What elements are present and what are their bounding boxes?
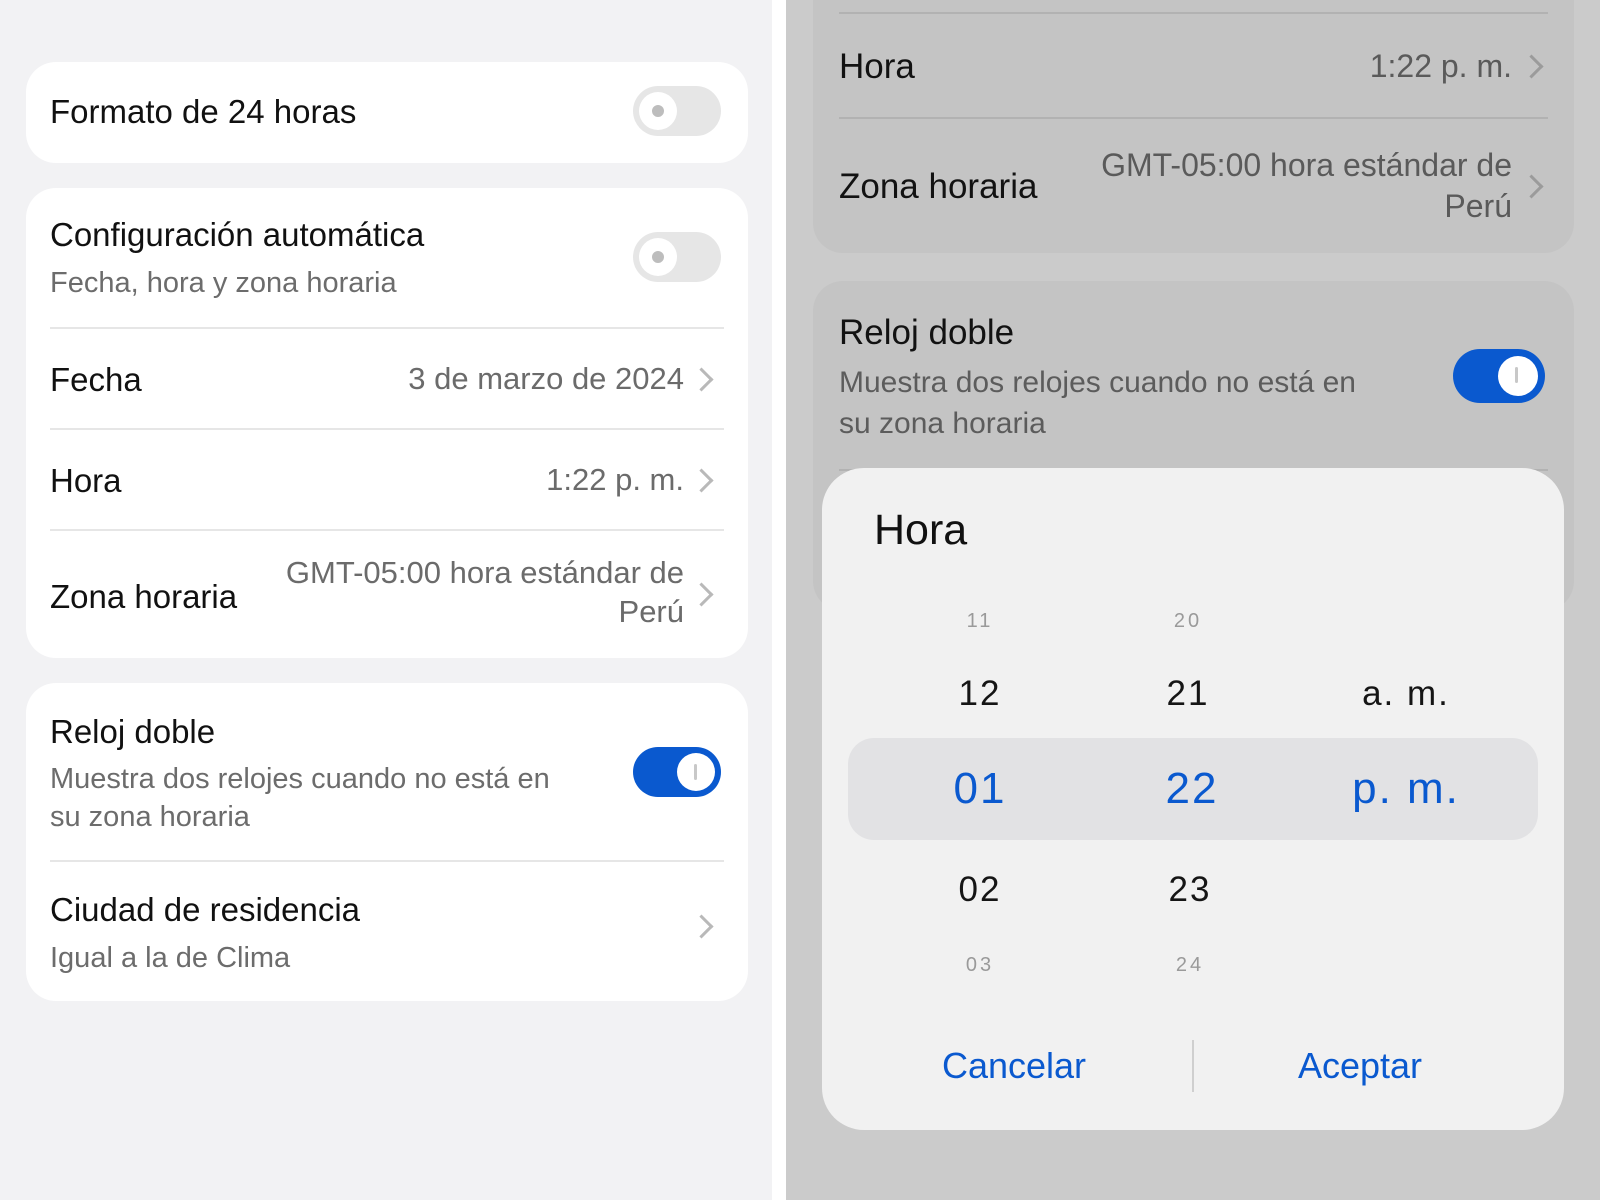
time-value: 1:22 p. m. <box>546 462 684 497</box>
time-picker-dialog: Hora 11 12 01 02 03 20 21 22 23 24 a. m.… <box>822 468 1564 1130</box>
format-24-card: Formato de 24 horas <box>26 62 748 163</box>
dim-dual-clock-sub-line2: su zona horaria <box>839 407 1046 440</box>
hour-option: 03 <box>965 954 995 976</box>
timezone-value-line1: GMT-05:00 hora estándar de <box>285 555 684 590</box>
hour-option: 02 <box>958 870 1002 909</box>
minute-selected: 22 <box>1165 764 1219 813</box>
home-city-row[interactable]: Ciudad de residencia Igual a la de Clima <box>26 862 748 1001</box>
dim-time-value: 1:22 p. m. <box>1369 48 1512 84</box>
auto-config-row[interactable]: Configuración automática Fecha, hora y z… <box>26 188 748 328</box>
auto-config-sublabel: Fecha, hora y zona horaria <box>50 267 397 299</box>
ampm-selected: p. m. <box>1352 764 1460 813</box>
chevron-right-icon <box>1519 174 1544 199</box>
chevron-right-icon <box>689 468 714 493</box>
date-value: 3 de marzo de 2024 <box>408 361 684 396</box>
ampm-option: a. m. <box>1362 674 1450 713</box>
minute-option: 21 <box>1166 674 1210 713</box>
hour-selected: 01 <box>953 764 1007 813</box>
auto-config-toggle[interactable] <box>633 232 721 282</box>
time-label: Hora <box>50 462 122 499</box>
date-row[interactable]: Fecha 3 de marzo de 2024 <box>26 329 748 429</box>
cancel-button[interactable]: Cancelar <box>864 1045 1164 1087</box>
auto-config-label: Configuración automática <box>50 216 425 253</box>
divider <box>839 117 1548 119</box>
chevron-right-icon <box>689 582 714 607</box>
dual-clock-sub-line1: Muestra dos relojes cuando no está en <box>50 763 550 795</box>
dual-clock-sub-line2: su zona horaria <box>50 801 250 833</box>
chevron-right-icon <box>689 914 714 939</box>
chevron-right-icon <box>689 367 714 392</box>
format-24-label: Formato de 24 horas <box>50 93 357 130</box>
settings-panel: Formato de 24 horas Configuración automá… <box>0 0 772 1200</box>
button-divider <box>1192 1040 1194 1092</box>
minute-option: 20 <box>1173 610 1203 632</box>
divider <box>839 12 1548 14</box>
home-city-sublabel: Igual a la de Clima <box>50 942 291 974</box>
dialog-title: Hora <box>874 506 968 554</box>
date-time-card: Configuración automática Fecha, hora y z… <box>26 188 748 658</box>
dim-date-time-card: Hora 1:22 p. m. Zona horaria GMT-05:00 h… <box>813 0 1574 253</box>
minute-option: 23 <box>1168 870 1212 909</box>
dual-clock-card: Reloj doble Muestra dos relojes cuando n… <box>26 683 748 1001</box>
dim-dual-clock-label: Reloj doble <box>839 313 1015 352</box>
dim-dual-clock-toggle[interactable] <box>1453 349 1545 403</box>
toggle-knob <box>639 238 677 276</box>
timezone-row[interactable]: Zona horaria GMT-05:00 hora estándar de … <box>26 531 748 658</box>
dim-dual-clock-sub-line1: Muestra dos relojes cuando no está en <box>839 366 1356 399</box>
dual-clock-toggle[interactable] <box>633 747 721 797</box>
dim-timezone-value-line1: GMT-05:00 hora estándar de <box>1101 147 1512 183</box>
dual-clock-label: Reloj doble <box>50 713 216 750</box>
dim-timezone-value-line2: Perú <box>1444 188 1512 224</box>
format-24-toggle[interactable] <box>633 86 721 136</box>
minute-option: 24 <box>1175 954 1205 976</box>
dual-clock-row[interactable]: Reloj doble Muestra dos relojes cuando n… <box>26 683 748 860</box>
hour-option: 11 <box>966 610 994 632</box>
timezone-label: Zona horaria <box>50 578 238 615</box>
dim-time-label: Hora <box>839 47 915 86</box>
dim-timezone-label: Zona horaria <box>839 167 1038 206</box>
time-row[interactable]: Hora 1:22 p. m. <box>26 430 748 530</box>
home-city-label: Ciudad de residencia <box>50 891 361 928</box>
toggle-knob <box>639 92 677 130</box>
toggle-knob <box>1498 356 1538 396</box>
date-label: Fecha <box>50 361 142 398</box>
toggle-knob <box>677 753 715 791</box>
hour-option: 12 <box>958 674 1002 713</box>
chevron-right-icon <box>1519 54 1544 79</box>
timezone-value-line2: Perú <box>618 594 684 629</box>
accept-button[interactable]: Aceptar <box>1210 1045 1510 1087</box>
